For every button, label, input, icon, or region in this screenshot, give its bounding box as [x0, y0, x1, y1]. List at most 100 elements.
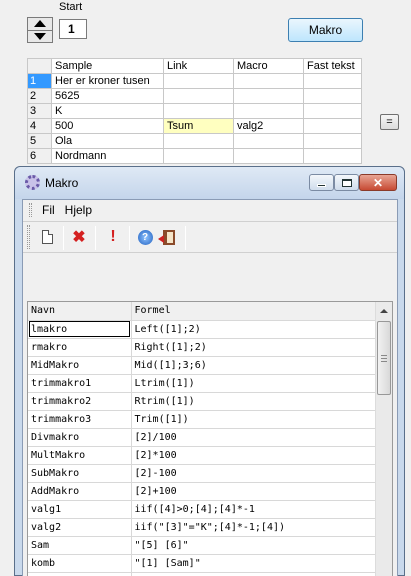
grid-row[interactable]: 1 Her er kroner tusen [27, 73, 362, 89]
macro-formula-cell[interactable]: [2]+100 [131, 482, 377, 501]
grid-row[interactable]: 5 Ola [27, 133, 362, 149]
macro-row[interactable]: Divmakro [2]/100 [28, 428, 377, 447]
macro-name-cell[interactable]: trimmakro2 [28, 392, 132, 411]
macro-row[interactable]: trimmakro2 Rtrim([1]) [28, 392, 377, 411]
column-header-navn[interactable]: Navn [28, 302, 132, 321]
macro-name-cell[interactable]: rmakro [28, 338, 132, 357]
macro-formula-cell[interactable]: iif([4]>0;[4];[4]*-1 [131, 500, 377, 519]
macro-row[interactable]: SubMakro [2]-100 [28, 464, 377, 483]
grid-cell-link[interactable]: Tsum [163, 118, 234, 134]
macro-name-cell[interactable]: tekstkomb [28, 572, 132, 576]
macro-row[interactable]: MidMakro Mid([1];3;6) [28, 356, 377, 375]
macro-formula-cell[interactable]: iif("[3]"="K";[4]*-1;[4]) [131, 518, 377, 537]
grid-cell-macro[interactable]: valg2 [233, 118, 304, 134]
grid-cell-sample[interactable]: Ola [51, 133, 164, 149]
grid-cell-sample[interactable]: K [51, 103, 164, 119]
makro-button[interactable]: Makro [288, 18, 363, 42]
macro-formula-cell[interactable]: "[1] [Sam]" [131, 554, 377, 573]
run-button[interactable]: ! [103, 227, 123, 247]
help-button[interactable]: ? [135, 227, 155, 247]
macro-row[interactable]: rmakro Right([1];2) [28, 338, 377, 357]
grid-cell-fast-tekst[interactable] [303, 133, 362, 149]
macro-name-cell[interactable]: SubMakro [28, 464, 132, 483]
macro-row[interactable]: valg2 iif("[3]"="K";[4]*-1;[4]) [28, 518, 377, 537]
grid-header-fast-tekst[interactable]: Fast tekst [303, 58, 362, 74]
macro-name-cell[interactable]: MidMakro [28, 356, 132, 375]
grid-cell-link[interactable] [163, 148, 234, 164]
grid-cell-sample[interactable]: 5625 [51, 88, 164, 104]
grid-cell-link[interactable] [163, 133, 234, 149]
macro-name-cell[interactable]: valg1 [28, 500, 132, 519]
macro-formula-cell[interactable]: [2]*100 [131, 446, 377, 465]
grid-cell-macro[interactable] [233, 148, 304, 164]
sample-grid[interactable]: Sample Link Macro Fast tekst 1 Her er kro… [27, 58, 362, 164]
macro-formula-cell[interactable]: "[5] [6]" [131, 536, 377, 555]
scroll-up-button[interactable] [376, 302, 392, 319]
spin-up-button[interactable] [28, 18, 52, 31]
macro-name-cell[interactable]: Divmakro [28, 428, 132, 447]
grid-cell-fast-tekst[interactable] [303, 73, 362, 89]
macro-formula-cell[interactable]: Rtrim([1]) [131, 392, 377, 411]
scroll-thumb[interactable] [377, 321, 391, 395]
title-bar[interactable]: Makro ✕ [15, 167, 404, 199]
start-spinner[interactable] [27, 17, 53, 43]
macro-name-cell[interactable]: MultMakro [28, 446, 132, 465]
column-header-formel[interactable]: Formel [131, 302, 377, 321]
grid-cell-sample[interactable]: Nordmann [51, 148, 164, 164]
macro-row[interactable]: tekstkomb"Grunnpris: [4]" [28, 572, 377, 576]
vertical-scrollbar[interactable] [375, 302, 392, 576]
grid-cell-link[interactable] [163, 88, 234, 104]
macro-name-cell[interactable]: lmakro [28, 320, 132, 339]
macro-name-cell[interactable]: komb [28, 554, 132, 573]
start-input[interactable]: 1 [59, 19, 87, 39]
grid-cell-link[interactable] [163, 73, 234, 89]
macro-name-cell[interactable]: Sam [28, 536, 132, 555]
equals-button[interactable]: = [380, 114, 399, 130]
grid-row[interactable]: 4 500 Tsum valg2 [27, 118, 362, 134]
grid-cell-sample[interactable]: 500 [51, 118, 164, 134]
macro-row[interactable]: AddMakro [2]+100 [28, 482, 377, 501]
grid-cell-fast-tekst[interactable] [303, 148, 362, 164]
macro-list[interactable]: Navn Formel lmakro Left([1];2) rmakro Right… [27, 301, 393, 576]
macro-row[interactable]: MultMakro [2]*100 [28, 446, 377, 465]
grid-cell-fast-tekst[interactable] [303, 88, 362, 104]
macro-row[interactable]: trimmakro3 Trim([1]) [28, 410, 377, 429]
menu-hjelp[interactable]: Hjelp [65, 203, 92, 217]
minimize-button[interactable] [309, 174, 334, 191]
grid-cell-link[interactable] [163, 103, 234, 119]
grid-row[interactable]: 6 Nordmann [27, 148, 362, 164]
macro-row[interactable]: lmakro Left([1];2) [28, 320, 377, 339]
macro-name-cell[interactable]: AddMakro [28, 482, 132, 501]
macro-row[interactable]: Sam "[5] [6]" [28, 536, 377, 555]
macro-formula-cell[interactable]: [2]-100 [131, 464, 377, 483]
menu-fil[interactable]: Fil [42, 203, 55, 217]
spin-down-button[interactable] [28, 31, 52, 43]
grid-row[interactable]: 2 5625 [27, 88, 362, 104]
macro-formula-cell[interactable]: Trim([1]) [131, 410, 377, 429]
grid-cell-macro[interactable] [233, 103, 304, 119]
macro-name-cell[interactable]: trimmakro1 [28, 374, 132, 393]
macro-name-cell[interactable]: trimmakro3 [28, 410, 132, 429]
grid-row[interactable]: 3K [27, 103, 362, 119]
grid-cell-macro[interactable] [233, 73, 304, 89]
macro-formula-cell[interactable]: Left([1];2) [131, 320, 377, 339]
grid-cell-fast-tekst[interactable] [303, 103, 362, 119]
macro-row[interactable]: valg1 iif([4]>0;[4];[4]*-1 [28, 500, 377, 519]
grid-header-sample[interactable]: Sample [51, 58, 164, 74]
grid-header-link[interactable]: Link [163, 58, 234, 74]
new-button[interactable] [37, 227, 57, 247]
exit-button[interactable] [158, 227, 179, 247]
delete-button[interactable]: ✖ [69, 227, 89, 247]
macro-formula-cell[interactable]: Mid([1];3;6) [131, 356, 377, 375]
grid-cell-macro[interactable] [233, 133, 304, 149]
macro-formula-cell[interactable]: Right([1];2) [131, 338, 377, 357]
grid-cell-sample[interactable]: Her er kroner tusen [51, 73, 164, 89]
grid-cell-macro[interactable] [233, 88, 304, 104]
maximize-button[interactable] [334, 174, 359, 191]
macro-formula-cell[interactable]: "Grunnpris: [4]" [131, 572, 377, 576]
macro-formula-cell[interactable]: [2]/100 [131, 428, 377, 447]
macro-row[interactable]: komb "[1] [Sam]" [28, 554, 377, 573]
macro-row[interactable]: trimmakro1 Ltrim([1]) [28, 374, 377, 393]
grid-header-macro[interactable]: Macro [233, 58, 304, 74]
macro-name-cell[interactable]: valg2 [28, 518, 132, 537]
